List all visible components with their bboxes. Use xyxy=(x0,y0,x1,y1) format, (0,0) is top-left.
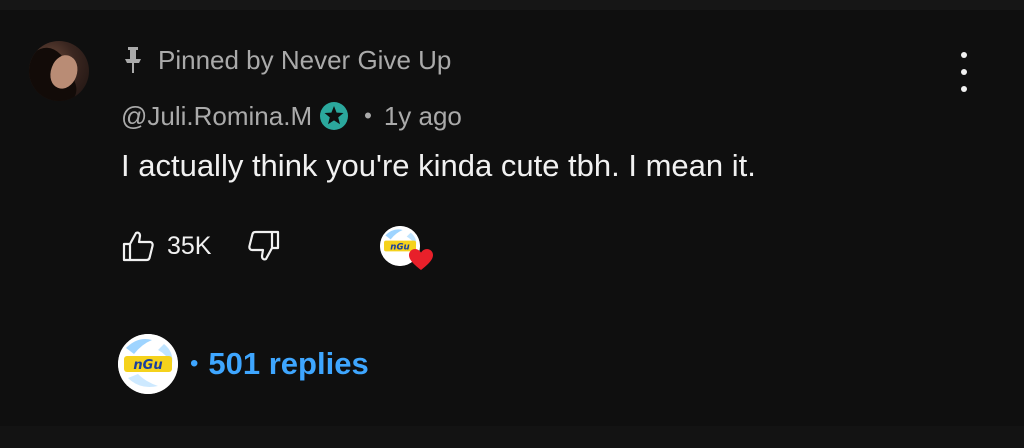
like-count: 35K xyxy=(167,231,212,260)
more-vertical-icon[interactable] xyxy=(952,52,976,92)
author-handle[interactable]: @Juli.Romina.M xyxy=(121,101,312,132)
separator-dot: • xyxy=(364,103,372,128)
replies-count[interactable]: 501 replies xyxy=(208,346,368,382)
thumbs-down-icon[interactable] xyxy=(247,229,281,263)
star-badge-icon xyxy=(320,102,349,130)
commenter-avatar[interactable] xyxy=(29,41,89,101)
top-edge xyxy=(0,0,1024,10)
thumbs-up-icon xyxy=(122,231,154,262)
comment-text: I actually think you're kinda cute tbh. … xyxy=(121,148,756,183)
pin-icon xyxy=(125,47,141,73)
comment-actions: 35K xyxy=(121,226,281,266)
heart-icon xyxy=(409,249,433,270)
pinned-label: Pinned by Never Give Up xyxy=(158,44,452,75)
pinned-indicator: Pinned by Never Give Up xyxy=(122,42,451,78)
comment-age: 1y ago xyxy=(383,100,462,131)
replies-separator: • xyxy=(190,350,199,377)
bottom-edge xyxy=(0,426,1024,448)
like-button[interactable]: 35K xyxy=(121,229,211,263)
view-replies-button[interactable]: nGu • 501 replies xyxy=(118,334,369,394)
replier-logo-text: nGu xyxy=(133,358,162,373)
creator-heart-badge: nGu xyxy=(380,226,436,274)
comment-header: @Juli.Romina.M • 1y ago xyxy=(121,98,462,134)
replier-logo: nGu xyxy=(118,334,178,394)
creator-logo-text: nGu xyxy=(390,242,409,252)
